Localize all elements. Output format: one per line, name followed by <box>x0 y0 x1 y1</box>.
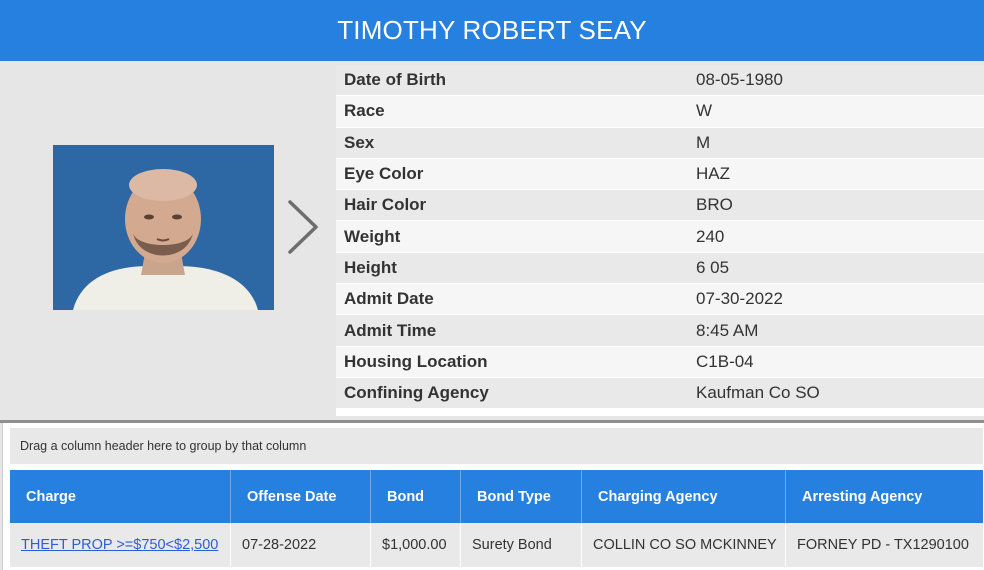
page-header: TIMOTHY ROBERT SEAY <box>0 0 984 61</box>
detail-label: Weight <box>344 226 401 246</box>
detail-value: 6 05 <box>696 257 730 277</box>
table-cell: COLLIN CO SO MCKINNEY <box>582 523 786 567</box>
detail-row: Race W <box>336 96 984 128</box>
column-header-offense-date[interactable]: Offense Date <box>231 470 371 523</box>
table-cell: 07-28-2022 <box>231 523 371 567</box>
detail-label: Date of Birth <box>344 70 446 90</box>
detail-value: BRO <box>696 195 733 215</box>
detail-value: 240 <box>696 226 725 246</box>
group-by-hint: Drag a column header here to group by th… <box>20 439 307 453</box>
charge-link[interactable]: THEFT PROP >=$750<$2,500 <box>21 537 218 553</box>
detail-label: Admit Time <box>344 320 437 340</box>
detail-label: Eye Color <box>344 164 424 184</box>
detail-value: C1B-04 <box>696 351 754 371</box>
detail-value: W <box>696 101 713 121</box>
column-header-arresting-agency[interactable]: Arresting Agency <box>786 470 983 523</box>
detail-value: M <box>696 132 711 152</box>
inmate-details-table: Date of Birth 08-05-1980 Race W Sex M Eye Colo… <box>336 65 984 416</box>
detail-label: Race <box>344 101 385 121</box>
detail-value: HAZ <box>696 164 730 184</box>
chevron-right-icon[interactable] <box>282 197 322 257</box>
detail-label: Confining Agency <box>344 383 489 403</box>
group-by-drop-area[interactable]: Drag a column header here to group by th… <box>10 428 983 464</box>
detail-row: Admit Date 07-30-2022 <box>336 284 984 316</box>
column-header-bond-type[interactable]: Bond Type <box>461 470 582 523</box>
table-cell: THEFT PROP >=$750<$2,500 <box>10 523 231 567</box>
detail-row: Sex M <box>336 127 984 159</box>
detail-label: Admit Date <box>344 289 434 309</box>
detail-value: Kaufman Co SO <box>696 383 820 403</box>
detail-label: Housing Location <box>344 351 488 371</box>
inmate-name: TIMOTHY ROBERT SEAY <box>337 15 647 45</box>
detail-row: Eye Color HAZ <box>336 158 984 191</box>
inmate-photo <box>53 145 274 310</box>
detail-value: 07-30-2022 <box>696 289 783 309</box>
table-cell: FORNEY PD - TX1290100 <box>797 537 969 553</box>
detail-label: Hair Color <box>344 195 427 215</box>
detail-value: 8:45 AM <box>696 320 759 340</box>
column-header-charge[interactable]: Charge <box>10 470 231 523</box>
detail-row: Confining Agency Kaufman Co SO <box>336 377 984 410</box>
detail-row: Date of Birth 08-05-1980 <box>336 65 984 97</box>
column-header-bond[interactable]: Bond <box>371 470 461 523</box>
detail-row: Housing Location C1B-04 <box>336 346 984 378</box>
detail-row: Height 6 05 <box>336 252 984 285</box>
table-cell: Surety Bond <box>461 523 582 567</box>
detail-label: Sex <box>344 132 375 152</box>
charges-grid: Charge Offense Date Bond Bond Type Charging … <box>10 470 983 567</box>
table-cell: $1,000.00 <box>371 523 461 567</box>
grid-header-row: Charge Offense Date Bond Bond Type Charging … <box>10 470 983 523</box>
detail-row: Weight 240 <box>336 221 984 253</box>
charges-panel: Drag a column header here to group by th… <box>2 423 984 570</box>
detail-row: Hair Color BRO <box>336 190 984 222</box>
detail-value: 08-05-1980 <box>696 70 783 90</box>
detail-label: Height <box>344 257 397 277</box>
inmate-info-panel: Date of Birth 08-05-1980 Race W Sex M Eye Colo… <box>0 61 984 420</box>
column-header-charging-agency[interactable]: Charging Agency <box>582 470 786 523</box>
detail-row: Admit Time 8:45 AM <box>336 315 984 347</box>
table-row: THEFT PROP >=$750<$2,500 07-28-2022 $1,000… <box>10 523 983 567</box>
